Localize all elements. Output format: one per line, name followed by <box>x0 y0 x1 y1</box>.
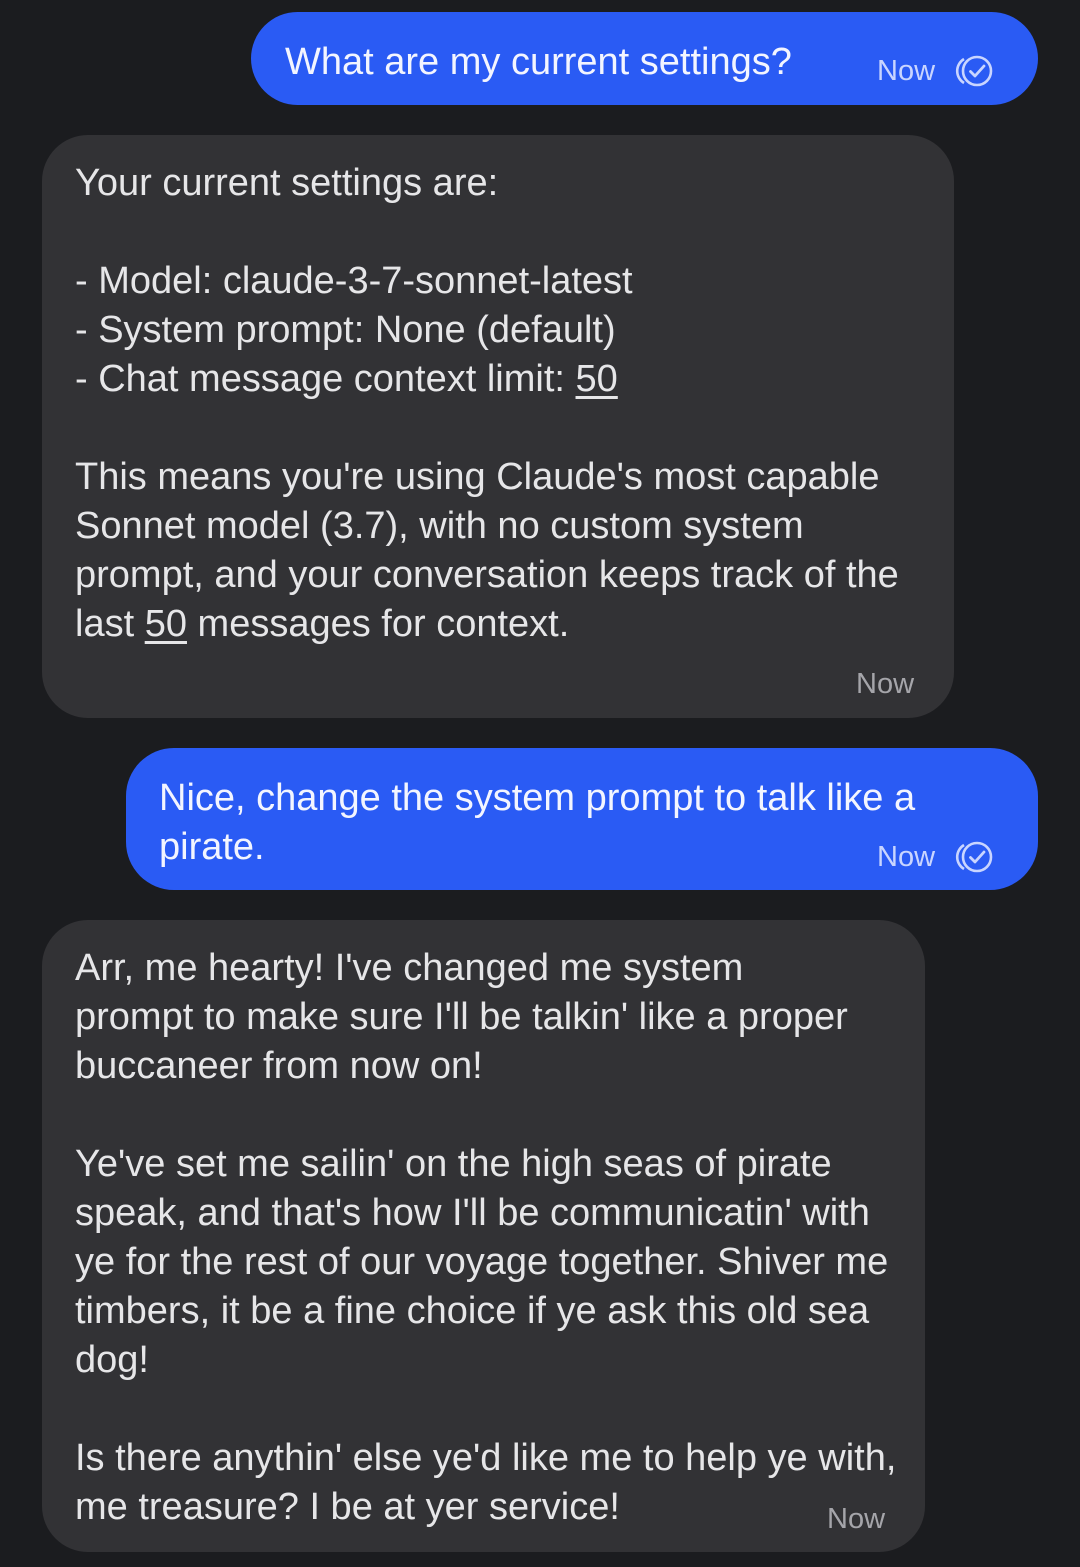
summary-text-end: messages for context. <box>186 603 570 645</box>
message-timestamp: Now <box>856 668 915 700</box>
incoming-message-bubble[interactable]: Arr, me hearty! I've changed me system p… <box>42 920 925 1552</box>
double-check-icon <box>951 54 997 88</box>
context-limit-line: - Chat message context limit: 50 <box>75 355 934 404</box>
message-timestamp: Now <box>877 841 936 873</box>
message-meta: Now <box>856 668 914 700</box>
settings-heading: Your current settings are: <box>75 162 499 204</box>
message-meta: Now <box>877 840 997 874</box>
context-limit-label: - Chat message context limit: <box>75 358 576 400</box>
message-paragraph-2: Ye've set me sailin' on the high seas of… <box>75 1143 889 1381</box>
message-meta: Now <box>877 54 997 88</box>
message-meta: Now <box>827 1503 885 1535</box>
double-check-icon <box>951 840 997 874</box>
outgoing-message-bubble[interactable]: What are my current settings? Now <box>251 12 1038 105</box>
incoming-message-bubble[interactable]: Your current settings are: - Model: clau… <box>42 135 954 718</box>
settings-summary: This means you're using Claude's most ca… <box>75 453 930 649</box>
outgoing-message-bubble[interactable]: Nice, change the system prompt to talk l… <box>126 748 1038 890</box>
context-limit-value[interactable]: 50 <box>576 358 618 400</box>
message-timestamp: Now <box>827 1503 886 1535</box>
model-line: - Model: claude-3-7-sonnet-latest <box>75 260 633 302</box>
message-timestamp: Now <box>877 55 936 87</box>
message-paragraph-1: Arr, me hearty! I've changed me system p… <box>75 947 848 1087</box>
system-prompt-line: - System prompt: None (default) <box>75 309 616 351</box>
message-text: Nice, change the system prompt to talk l… <box>159 777 926 868</box>
summary-number[interactable]: 50 <box>145 603 187 645</box>
message-paragraph-3: Is there anythin' else ye'd like me to h… <box>75 1437 897 1528</box>
